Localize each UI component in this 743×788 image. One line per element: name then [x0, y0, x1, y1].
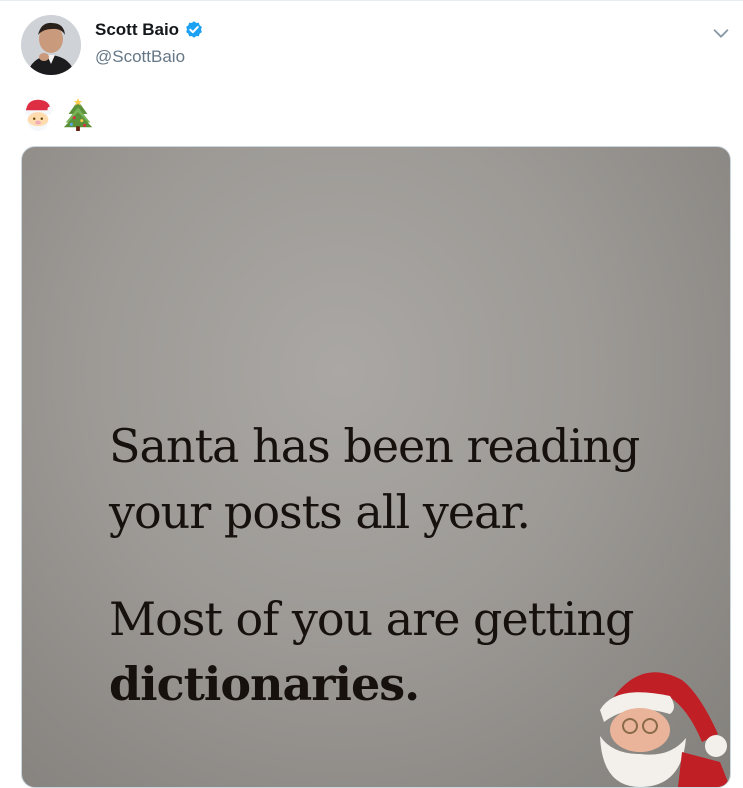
tweet-media-image[interactable]: Santa has been reading your posts all ye… [21, 146, 731, 788]
verified-badge-icon [186, 21, 202, 38]
media-text-line: dictionaries. [109, 657, 420, 711]
avatar[interactable] [21, 15, 81, 75]
media-text-line: Most of you are getting [109, 592, 634, 646]
christmas-tree-emoji-icon [63, 97, 93, 131]
media-text-line: Santa has been reading [109, 419, 640, 473]
author-display-name[interactable]: Scott Baio [95, 20, 179, 40]
santa-claus-icon [600, 672, 730, 787]
profile-photo-icon [21, 15, 81, 75]
author-handle[interactable]: @ScottBaio [95, 47, 185, 67]
santa-emoji-icon [24, 99, 54, 131]
divider [0, 0, 743, 1]
tweet-text [21, 96, 95, 132]
chevron-down-icon[interactable] [710, 22, 732, 44]
media-text-line: your posts all year. [109, 485, 531, 539]
